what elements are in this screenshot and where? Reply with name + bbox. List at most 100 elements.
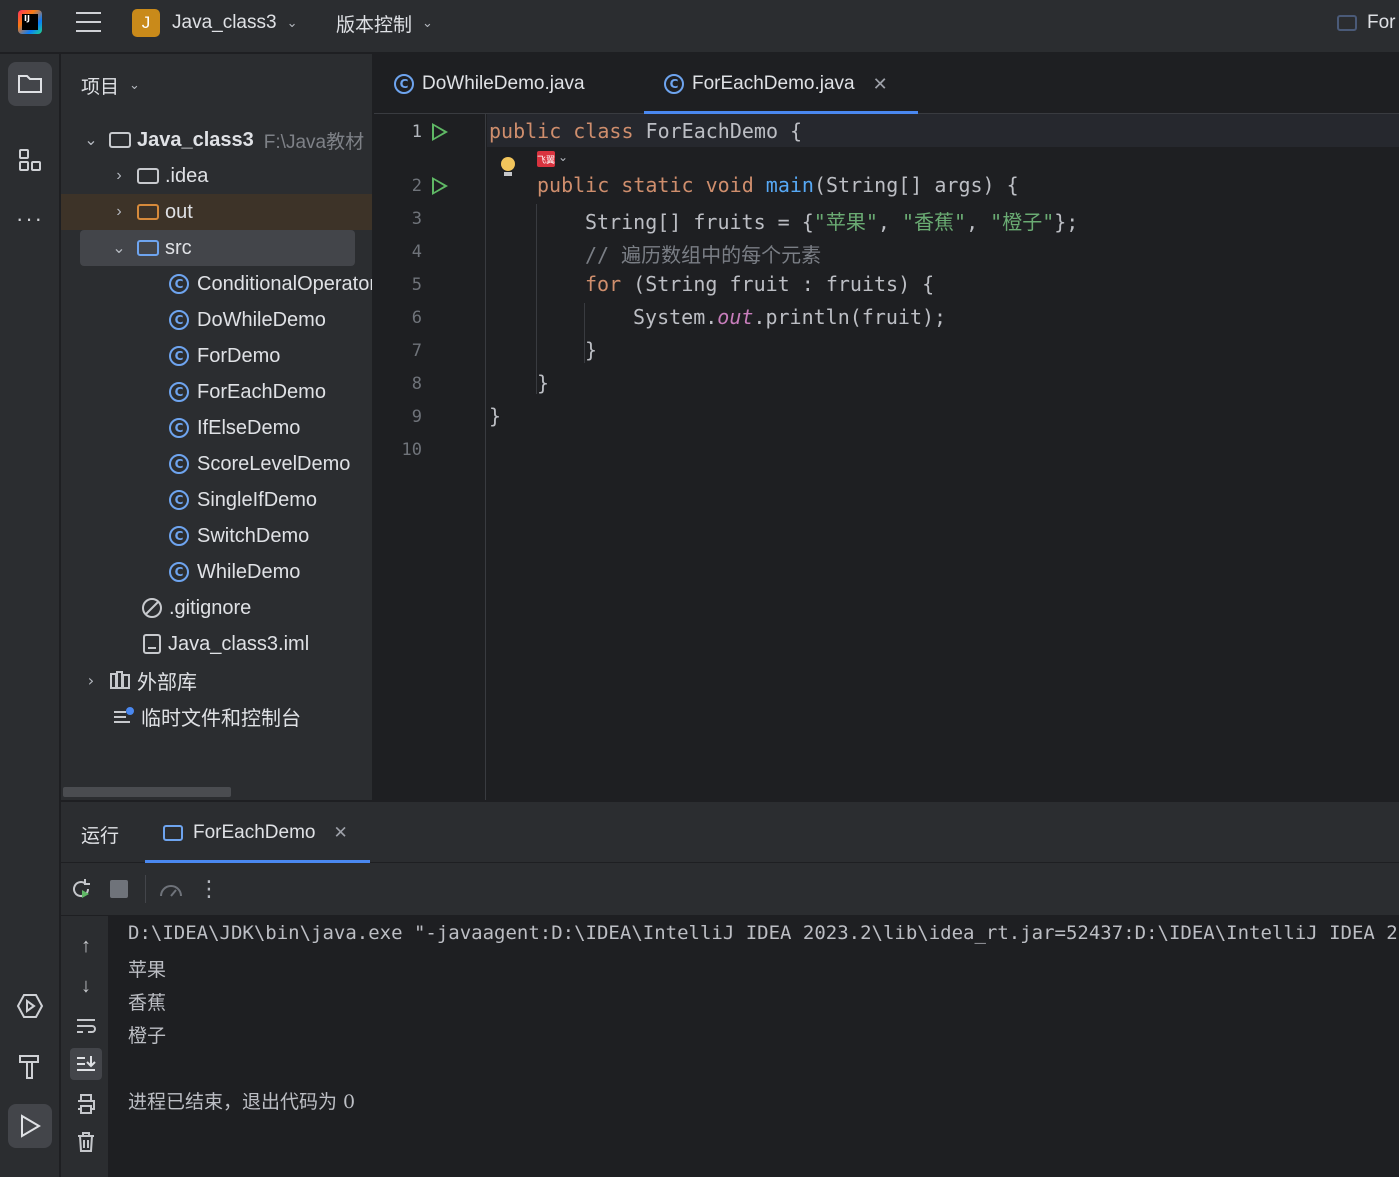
- line-number: 10: [401, 440, 422, 460]
- profiler-button[interactable]: [157, 875, 185, 903]
- line-number: 5: [411, 275, 422, 295]
- library-icon: [110, 671, 130, 689]
- chevron-down-icon[interactable]: ⌄: [111, 238, 127, 258]
- code-line-8[interactable]: }: [537, 371, 549, 395]
- tree-item-class[interactable]: C SingleIfDemo: [61, 482, 372, 518]
- line-number: 1: [411, 122, 422, 142]
- chevron-down-icon[interactable]: ⌄: [83, 130, 99, 150]
- run-config-selector[interactable]: For: [1337, 0, 1396, 46]
- tree-item-out[interactable]: › out: [61, 194, 372, 230]
- lightbulb-icon[interactable]: [501, 157, 515, 176]
- line-number: 6: [411, 308, 422, 328]
- code-line-1[interactable]: public class ForEachDemo {: [489, 119, 802, 143]
- chevron-right-icon[interactable]: ›: [111, 203, 127, 221]
- chevron-down-icon: ⌄: [286, 15, 298, 30]
- tree-item-class[interactable]: C ScoreLevelDemo: [61, 446, 372, 482]
- ai-assistant-icon[interactable]: 飞翼: [537, 151, 555, 167]
- main-menu-icon[interactable]: [76, 12, 101, 34]
- code-line-2[interactable]: public static void main(String[] args) {: [537, 173, 1019, 197]
- source-folder-icon: [137, 240, 159, 256]
- tree-item-class[interactable]: C IfElseDemo: [61, 410, 372, 446]
- structure-tool-button[interactable]: [8, 138, 52, 182]
- tab-foreachdemo[interactable]: C ForEachDemo.java ✕: [644, 54, 918, 114]
- run-panel: 运行 ForEachDemo ✕ ⋮ ↑ ↓ D:\IDEA\JDK\bin\j…: [61, 801, 1399, 1177]
- gauge-icon: [160, 885, 182, 897]
- line-number: 7: [411, 341, 422, 361]
- soft-wrap-icon[interactable]: [70, 1010, 102, 1042]
- class-icon: C: [664, 74, 684, 94]
- tree-item-class[interactable]: C ForDemo: [61, 338, 372, 374]
- chevron-right-icon[interactable]: ›: [111, 167, 127, 185]
- excluded-folder-icon: [137, 204, 159, 220]
- services-tool-button[interactable]: [8, 984, 52, 1028]
- code-line-4[interactable]: // 遍历数组中的每个元素: [585, 239, 821, 268]
- run-config-icon: [1337, 15, 1357, 31]
- tree-item-external-libs[interactable]: › 外部库: [61, 662, 372, 698]
- code-line-5[interactable]: for (String fruit : fruits) {: [585, 272, 934, 296]
- class-icon: C: [169, 562, 189, 582]
- tree-item-scratches[interactable]: 临时文件和控制台: [61, 698, 372, 734]
- close-icon[interactable]: ✕: [334, 823, 348, 843]
- intellij-logo-icon[interactable]: IJ: [18, 10, 42, 34]
- run-tool-button[interactable]: [8, 1104, 52, 1148]
- left-tool-strip: ···: [0, 54, 60, 1177]
- tree-item-idea[interactable]: › .idea: [61, 158, 372, 194]
- editor-gutter: 1 2 3 4 5 6 7 8 9 10: [374, 114, 486, 800]
- root-path: F:\Java教材: [263, 131, 365, 153]
- arrow-down-icon[interactable]: ↓: [70, 970, 102, 1002]
- class-icon: C: [169, 490, 189, 510]
- scroll-to-end-icon[interactable]: [70, 1048, 102, 1080]
- tree-item-iml[interactable]: Java_class3.iml: [61, 626, 372, 662]
- run-toolbar: ⋮: [61, 863, 1399, 916]
- chevron-down-icon: ⌄: [129, 78, 140, 93]
- build-tool-button[interactable]: [8, 1044, 52, 1088]
- services-icon: [16, 994, 44, 1018]
- run-class-gutter-icon[interactable]: [432, 123, 448, 141]
- console-output-line: 苹果: [128, 959, 167, 981]
- project-switcher[interactable]: J Java_class3 ⌄: [132, 0, 297, 46]
- console-output-line: 橙子: [128, 1025, 167, 1047]
- more-tools-icon[interactable]: ···: [8, 197, 52, 241]
- toolbar-separator: [145, 875, 146, 903]
- horizontal-scrollbar[interactable]: [63, 787, 231, 797]
- run-main-gutter-icon[interactable]: [432, 177, 448, 195]
- tree-item-class[interactable]: C SwitchDemo: [61, 518, 372, 554]
- rerun-button[interactable]: [67, 875, 95, 903]
- tree-root[interactable]: ⌄ Java_class3 F:\Java教材: [61, 122, 372, 158]
- console-icon: [163, 824, 183, 841]
- code-line-7[interactable]: }: [585, 338, 597, 362]
- vcs-menu[interactable]: 版本控制 ⌄: [336, 0, 433, 46]
- project-panel-title[interactable]: 项目 ⌄: [81, 72, 140, 99]
- tree-item-gitignore[interactable]: .gitignore: [61, 590, 372, 626]
- console-output[interactable]: D:\IDEA\JDK\bin\java.exe "-javaagent:D:\…: [109, 916, 1399, 1177]
- project-tool-button[interactable]: [8, 62, 52, 106]
- rerun-icon: [73, 879, 90, 898]
- tree-item-src[interactable]: ⌄ src: [80, 230, 355, 266]
- stop-button[interactable]: [105, 875, 133, 903]
- tree-item-class[interactable]: C DoWhileDemo: [61, 302, 372, 338]
- run-tab-foreachdemo[interactable]: ForEachDemo ✕: [145, 802, 370, 863]
- run-panel-header: 运行 ForEachDemo ✕: [61, 802, 1399, 863]
- line-number: 9: [411, 407, 422, 427]
- root-name: Java_class3: [137, 128, 254, 151]
- chevron-right-icon[interactable]: ›: [83, 671, 99, 690]
- chevron-down-icon[interactable]: ⌄: [558, 150, 568, 164]
- class-icon: C: [394, 74, 414, 94]
- code-line-3[interactable]: String[] fruits = {"苹果", "香蕉", "橙子"};: [585, 206, 1078, 235]
- tree-item-class[interactable]: C WhileDemo: [61, 554, 372, 590]
- module-file-icon: [143, 634, 161, 654]
- more-options-icon[interactable]: ⋮: [195, 875, 223, 903]
- tree-item-class[interactable]: C ConditionalOperator: [61, 266, 372, 302]
- class-icon: C: [169, 454, 189, 474]
- code-editor: C DoWhileDemo.java C ForEachDemo.java ✕ …: [374, 54, 1399, 800]
- tab-dowhiledemo[interactable]: C DoWhileDemo.java: [394, 54, 585, 114]
- tree-item-class[interactable]: C ForEachDemo: [61, 374, 372, 410]
- close-icon[interactable]: ✕: [873, 74, 888, 95]
- code-line-9[interactable]: }: [489, 404, 501, 428]
- project-name: Java_class3: [172, 12, 277, 33]
- run-config-label: For: [1367, 12, 1396, 33]
- code-line-6[interactable]: System.out.println(fruit);: [633, 305, 946, 329]
- print-icon[interactable]: [70, 1088, 102, 1120]
- arrow-up-icon[interactable]: ↑: [70, 930, 102, 962]
- trash-icon[interactable]: [70, 1126, 102, 1158]
